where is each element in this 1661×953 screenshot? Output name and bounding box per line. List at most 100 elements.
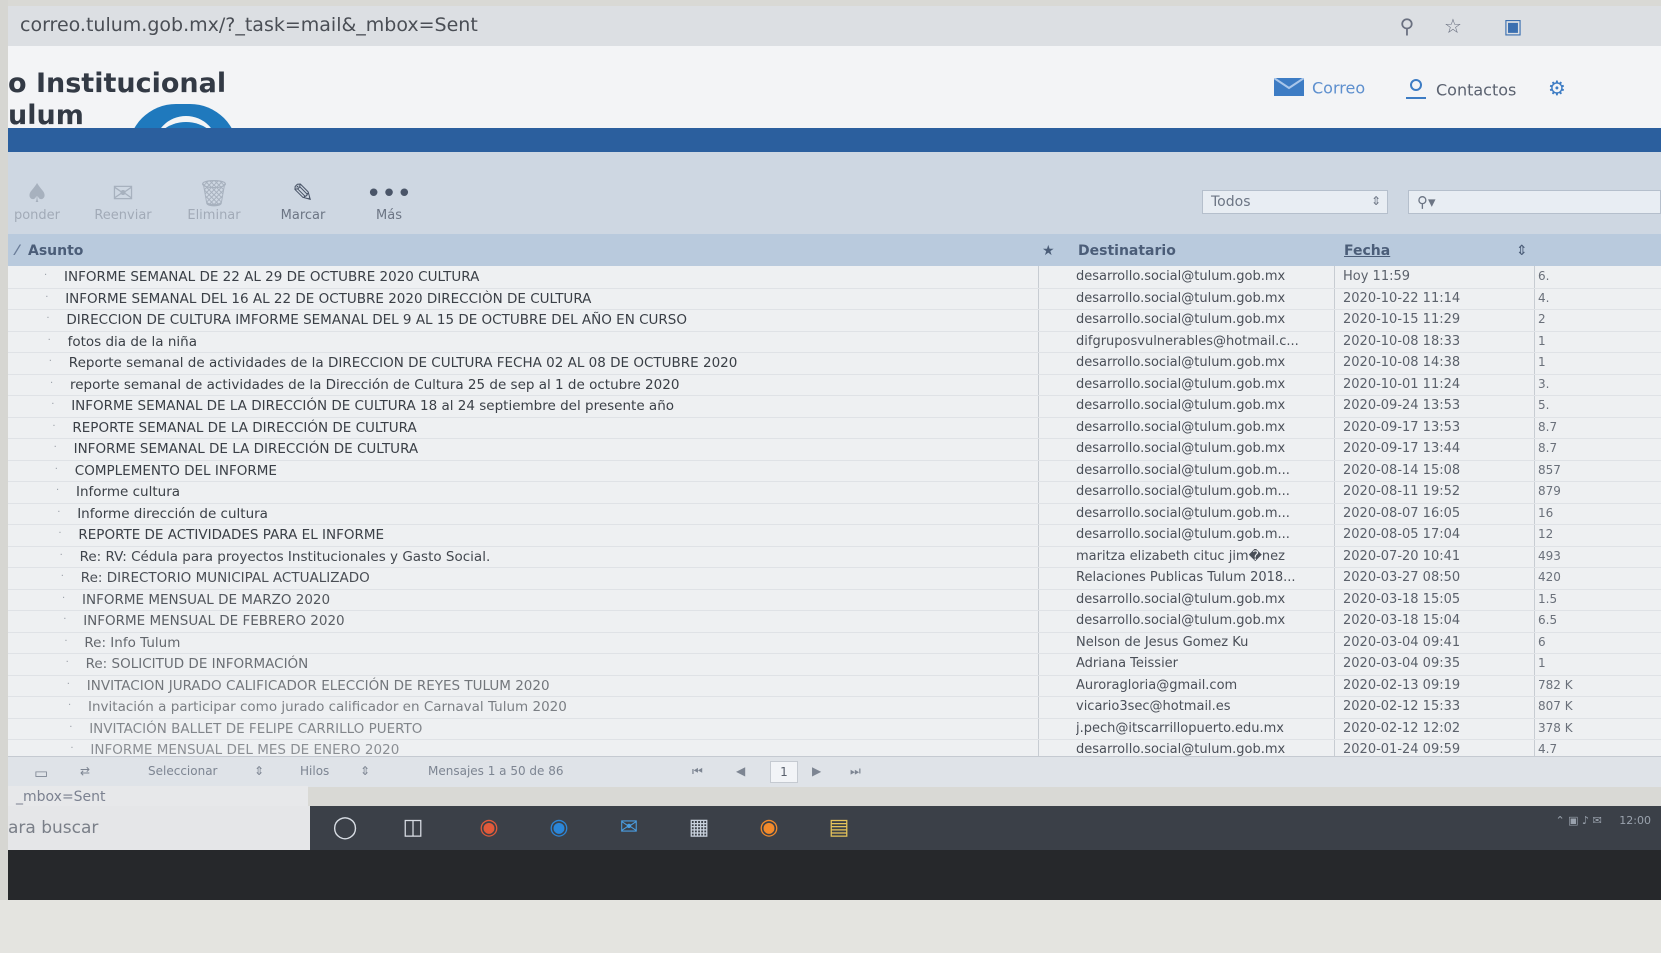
message-date: 2020-08-11 19:52: [1343, 484, 1461, 499]
threads-icon[interactable]: ⇄: [80, 764, 90, 778]
select-arrow-icon[interactable]: ⇕: [254, 764, 264, 778]
threads-arrow-icon[interactable]: ⇕: [360, 764, 370, 778]
sort-icon[interactable]: ⇕: [1516, 243, 1528, 259]
zoom-icon[interactable]: ⚲: [1396, 15, 1418, 37]
chrome-icon[interactable]: ◉: [472, 812, 506, 844]
select-menu[interactable]: Seleccionar: [148, 764, 217, 778]
tray-icons[interactable]: ⌃ ▣ ♪ ✉: [1555, 814, 1601, 827]
table-row[interactable]: · Re: Info Tulum Nelson de Jesus Gomez Ku 2…: [8, 632, 1661, 654]
firefox-icon[interactable]: ◉: [752, 812, 786, 844]
nav-contacts[interactable]: Contactos: [1404, 78, 1516, 104]
message-subject[interactable]: Informe dirección de cultura: [77, 506, 268, 522]
table-row[interactable]: · Reporte semanal de actividades de la DI…: [8, 352, 1661, 375]
message-subject[interactable]: DIRECCION DE CULTURA IMFORME SEMANAL DEL…: [66, 312, 687, 328]
threads-menu[interactable]: Hilos: [300, 764, 329, 778]
table-row[interactable]: · INFORME MENSUAL DEL MES DE ENERO 2020 de…: [8, 739, 1661, 756]
table-row[interactable]: · INFORME SEMANAL DE LA DIRECCIÓN DE CULT…: [8, 438, 1661, 461]
message-subject[interactable]: INVITACION JURADO CALIFICADOR ELECCIÓN D…: [87, 678, 550, 694]
delete-label: Eliminar: [187, 208, 241, 223]
table-row[interactable]: · Informe cultura desarrollo.social@tulum.…: [8, 481, 1661, 504]
reply-button[interactable]: ♠ ponder: [12, 180, 62, 223]
table-row[interactable]: · fotos dia de la niña difgruposvulnerable…: [8, 331, 1661, 353]
message-subject[interactable]: INVITACIÓN BALLET DE FELIPE CARRILLO PUE…: [89, 721, 422, 737]
table-row[interactable]: · REPORTE DE ACTIVIDADES PARA EL INFORME d…: [8, 524, 1661, 547]
message-subject[interactable]: INFORME SEMANAL DE LA DIRECCIÓN DE CULTU…: [74, 441, 419, 457]
message-size: 8.7: [1538, 441, 1558, 455]
folder-icon[interactable]: ▤: [822, 812, 856, 844]
message-count: Mensajes 1 a 50 de 86: [428, 764, 564, 778]
taskbar-search[interactable]: ara buscar: [8, 806, 310, 850]
message-subject[interactable]: REPORTE SEMANAL DE LA DIRECCIÓN DE CULTU…: [72, 420, 416, 436]
table-row[interactable]: · Informe dirección de cultura desarrollo.…: [8, 503, 1661, 525]
message-subject[interactable]: Invitación a participar como jurado cali…: [88, 699, 567, 715]
message-size: 6.5: [1538, 613, 1558, 627]
table-row[interactable]: · Re: DIRECTORIO MUNICIPAL ACTUALIZADO Rel…: [8, 567, 1661, 590]
table-row[interactable]: · INFORME SEMANAL DEL 16 AL 22 DE OCTUBRE…: [8, 288, 1661, 310]
flag-column-icon[interactable]: ★: [1042, 243, 1055, 259]
message-subject[interactable]: INFORME SEMANAL DE 22 AL 29 DE OCTUBRE 2…: [64, 269, 479, 285]
thread-bullet-icon: ·: [47, 334, 51, 346]
message-subject[interactable]: INFORME SEMANAL DEL 16 AL 22 DE OCTUBRE …: [65, 291, 591, 307]
table-row[interactable]: · DIRECCION DE CULTURA IMFORME SEMANAL DE…: [8, 309, 1661, 332]
table-row[interactable]: · Invitación a participar como jurado cal…: [8, 696, 1661, 719]
message-subject[interactable]: INFORME MENSUAL DEL MES DE ENERO 2020: [90, 742, 399, 756]
message-subject[interactable]: fotos dia de la niña: [68, 334, 197, 350]
message-subject[interactable]: Reporte semanal de actividades de la DIR…: [69, 355, 738, 371]
message-subject[interactable]: INFORME MENSUAL DE MARZO 2020: [82, 592, 330, 608]
table-row[interactable]: · INFORME MENSUAL DE MARZO 2020 desarrollo…: [8, 589, 1661, 611]
monitor-bezel: [8, 850, 1661, 900]
message-subject[interactable]: Re: SOLICITUD DE INFORMACIÓN: [86, 656, 309, 672]
browser-address-bar[interactable]: correo.tulum.gob.mx/?_task=mail&_mbox=Se…: [8, 6, 1661, 47]
star-icon[interactable]: ☆: [1442, 15, 1464, 37]
next-page-icon[interactable]: ▶: [812, 764, 821, 778]
column-date[interactable]: Fecha: [1344, 243, 1390, 259]
first-page-icon[interactable]: ⏮: [692, 764, 703, 779]
extension-icon[interactable]: ▣: [1502, 15, 1524, 37]
page-number[interactable]: 1: [770, 761, 798, 783]
column-recipient[interactable]: Destinatario: [1078, 243, 1176, 259]
forward-button[interactable]: ✉ Reenviar: [88, 180, 158, 223]
status-url: _mbox=Sent: [16, 789, 106, 805]
threads-toggle-icon[interactable]: ⁄: [16, 243, 18, 259]
search-input[interactable]: ⚲▾: [1408, 190, 1661, 214]
message-subject[interactable]: reporte semanal de actividades de la Dir…: [70, 377, 679, 393]
message-subject[interactable]: Re: RV: Cédula para proyectos Institucio…: [80, 549, 491, 565]
table-row[interactable]: · INFORME SEMANAL DE 22 AL 29 DE OCTUBRE …: [8, 266, 1661, 289]
last-page-icon[interactable]: ⏭: [850, 764, 861, 779]
table-row[interactable]: · Re: RV: Cédula para proyectos Instituci…: [8, 546, 1661, 568]
column-subject[interactable]: Asunto: [28, 243, 83, 259]
prev-page-icon[interactable]: ◀: [736, 764, 745, 778]
message-subject[interactable]: INFORME SEMANAL DE LA DIRECCIÓN DE CULTU…: [71, 398, 674, 414]
url-text[interactable]: correo.tulum.gob.mx/?_task=mail&_mbox=Se…: [20, 14, 478, 36]
message-subject[interactable]: Informe cultura: [76, 484, 180, 500]
settings-icon[interactable]: ⚙: [1548, 76, 1566, 100]
table-row[interactable]: · REPORTE SEMANAL DE LA DIRECCIÓN DE CULT…: [8, 417, 1661, 439]
table-row[interactable]: · INVITACION JURADO CALIFICADOR ELECCIÓN …: [8, 675, 1661, 697]
filter-select[interactable]: Todos ⇕: [1202, 190, 1388, 214]
message-recipient: desarrollo.social@tulum.gob.m...: [1076, 484, 1290, 499]
mail-app-icon[interactable]: ✉: [612, 812, 646, 844]
more-button[interactable]: ••• Más: [364, 180, 414, 223]
message-subject[interactable]: REPORTE DE ACTIVIDADES PARA EL INFORME: [78, 527, 384, 543]
table-row[interactable]: · INFORME SEMANAL DE LA DIRECCIÓN DE CULT…: [8, 395, 1661, 418]
table-row[interactable]: · COMPLEMENTO DEL INFORME desarrollo.socia…: [8, 460, 1661, 482]
table-row[interactable]: · reporte semanal de actividades de la Di…: [8, 374, 1661, 396]
cortana-icon[interactable]: ◯: [328, 812, 362, 844]
list-options-icon[interactable]: ▭: [34, 764, 48, 782]
table-row[interactable]: · INFORME MENSUAL DE FEBRERO 2020 desarrol…: [8, 610, 1661, 633]
edge-icon[interactable]: ◉: [542, 812, 576, 844]
delete-button[interactable]: 🗑 Eliminar: [182, 180, 246, 223]
table-row[interactable]: · INVITACIÓN BALLET DE FELIPE CARRILLO PU…: [8, 718, 1661, 740]
message-size: 879: [1538, 484, 1561, 498]
message-date: 2020-09-17 13:44: [1343, 441, 1461, 456]
nav-mail[interactable]: Correo: [1273, 77, 1365, 100]
message-recipient: desarrollo.social@tulum.gob.mx: [1076, 742, 1286, 756]
message-subject[interactable]: COMPLEMENTO DEL INFORME: [75, 463, 277, 479]
message-subject[interactable]: Re: Info Tulum: [84, 635, 180, 651]
store-icon[interactable]: ▦: [682, 812, 716, 844]
message-subject[interactable]: Re: DIRECTORIO MUNICIPAL ACTUALIZADO: [81, 570, 370, 586]
table-row[interactable]: · Re: SOLICITUD DE INFORMACIÓN Adriana Tei…: [8, 653, 1661, 676]
message-subject[interactable]: INFORME MENSUAL DE FEBRERO 2020: [83, 613, 344, 629]
task-view-icon[interactable]: ◫: [396, 812, 430, 844]
mark-button[interactable]: ✎ Marcar: [270, 180, 336, 223]
